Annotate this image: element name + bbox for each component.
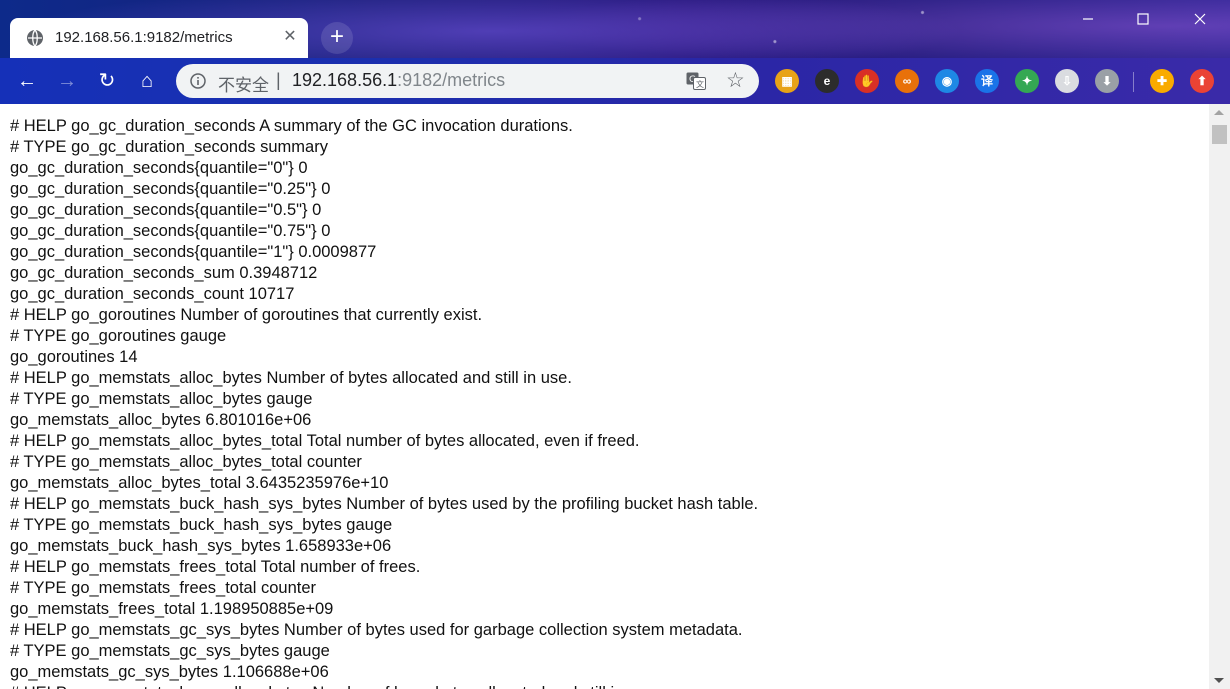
- globe-icon: [27, 29, 43, 47]
- metrics-line: # HELP go_memstats_frees_total Total num…: [10, 558, 421, 576]
- home-button[interactable]: ⌂: [132, 66, 162, 96]
- metrics-line: # TYPE go_memstats_gc_sys_bytes gauge: [10, 642, 330, 660]
- reload-button[interactable]: ↻: [92, 66, 122, 96]
- circle-refresh-extension-icon[interactable]: ◉: [935, 69, 959, 93]
- metrics-text: # HELP go_gc_duration_seconds A summary …: [10, 116, 758, 689]
- metrics-line: go_gc_duration_seconds{quantile="0"} 0: [10, 159, 308, 177]
- metrics-line: go_memstats_alloc_bytes 6.801016e+06: [10, 411, 312, 429]
- download-circle-extension-icon[interactable]: ⬇: [1095, 69, 1119, 93]
- maximize-button[interactable]: [1120, 8, 1166, 34]
- metrics-line: go_gc_duration_seconds_count 10717: [10, 285, 295, 303]
- active-tab[interactable]: 192.168.56.1:9182/metrics ✕: [10, 18, 308, 58]
- metrics-line: go_memstats_frees_total 1.198950885e+09: [10, 600, 334, 618]
- url-text[interactable]: 192.168.56.1:9182/metrics: [292, 70, 505, 91]
- metrics-line: # HELP go_memstats_heap_alloc_bytes Numb…: [10, 683, 758, 689]
- metrics-line: go_memstats_buck_hash_sys_bytes 1.658933…: [10, 537, 392, 555]
- svg-text:文: 文: [696, 79, 704, 89]
- translate-icon[interactable]: G 文: [686, 72, 706, 90]
- metrics-line: # TYPE go_memstats_alloc_bytes gauge: [10, 390, 313, 408]
- scroll-down-icon[interactable]: [1214, 678, 1224, 683]
- forward-button[interactable]: →: [52, 66, 82, 96]
- title-bar: 192.168.56.1:9182/metrics ✕ +: [0, 0, 1230, 58]
- url-path: :9182/metrics: [397, 70, 506, 90]
- translate-yi-extension-icon[interactable]: 译: [975, 69, 999, 93]
- maximize-icon: [1137, 13, 1149, 25]
- bookmark-star-icon[interactable]: ☆: [726, 68, 745, 94]
- extensions-divider: [1133, 72, 1134, 92]
- page-content: # HELP go_gc_duration_seconds A summary …: [0, 104, 1209, 689]
- close-icon: [1194, 13, 1206, 25]
- new-tab-button[interactable]: +: [321, 22, 353, 54]
- tab-close-icon[interactable]: ✕: [280, 27, 300, 47]
- back-button[interactable]: ←: [12, 66, 42, 96]
- metrics-line: go_gc_duration_seconds{quantile="0.25"} …: [10, 180, 331, 198]
- minimize-button[interactable]: [1065, 8, 1111, 34]
- close-window-button[interactable]: [1177, 8, 1223, 34]
- tab-title: 192.168.56.1:9182/metrics: [55, 29, 233, 46]
- url-separator: |: [276, 70, 281, 90]
- metrics-line: go_gc_duration_seconds_sum 0.3948712: [10, 264, 318, 282]
- url-host: 192.168.56.1: [292, 70, 398, 90]
- upload-red-extension-icon[interactable]: ⬆: [1190, 69, 1214, 93]
- metrics-line: # TYPE go_goroutines gauge: [10, 327, 227, 345]
- metrics-line: # HELP go_memstats_alloc_bytes Number of…: [10, 369, 572, 387]
- scrollbar-thumb[interactable]: [1212, 125, 1227, 144]
- metrics-line: # HELP go_gc_duration_seconds A summary …: [10, 117, 573, 135]
- metrics-line: # HELP go_memstats_alloc_bytes_total Tot…: [10, 432, 640, 450]
- metrics-line: go_goroutines 14: [10, 348, 138, 366]
- metrics-line: go_gc_duration_seconds{quantile="0.75"} …: [10, 222, 331, 240]
- vertical-scrollbar[interactable]: [1209, 104, 1230, 689]
- metrics-line: # HELP go_memstats_gc_sys_bytes Number o…: [10, 621, 743, 639]
- ie-tab-extension-icon[interactable]: e: [815, 69, 839, 93]
- scroll-up-icon[interactable]: [1214, 110, 1224, 115]
- metrics-line: # HELP go_memstats_buck_hash_sys_bytes N…: [10, 495, 759, 513]
- metrics-line: # HELP go_goroutines Number of goroutine…: [10, 306, 483, 324]
- puzzle-extension-icon[interactable]: ✦: [1015, 69, 1039, 93]
- info-icon[interactable]: [190, 73, 206, 89]
- metrics-line: go_memstats_gc_sys_bytes 1.106688e+06: [10, 663, 329, 681]
- browser-chrome: 192.168.56.1:9182/metrics ✕ + ← → ↻ ⌂ 不安…: [0, 0, 1230, 104]
- address-bar[interactable]: 不安全 | 192.168.56.1:9182/metrics G 文 ☆: [176, 64, 759, 98]
- metrics-line: # TYPE go_memstats_buck_hash_sys_bytes g…: [10, 516, 393, 534]
- download-cloud-extension-icon[interactable]: ⇩: [1055, 69, 1079, 93]
- infinity-extension-icon[interactable]: ∞: [895, 69, 919, 93]
- security-label[interactable]: 不安全: [218, 71, 269, 96]
- metrics-line: # TYPE go_gc_duration_seconds summary: [10, 138, 328, 156]
- toolbar: ← → ↻ ⌂ 不安全 | 192.168.56.1:9182/metrics …: [0, 58, 1230, 104]
- minimize-icon: [1083, 18, 1093, 20]
- metrics-line: # TYPE go_memstats_frees_total counter: [10, 579, 317, 597]
- colorful-grid-extension-icon[interactable]: ▦: [775, 69, 799, 93]
- adblock-hand-extension-icon[interactable]: ✋: [855, 69, 879, 93]
- metrics-line: # TYPE go_memstats_alloc_bytes_total cou…: [10, 453, 362, 471]
- metrics-line: go_memstats_alloc_bytes_total 3.64352359…: [10, 474, 389, 492]
- puzzle-yellow-extension-icon[interactable]: ✚: [1150, 69, 1174, 93]
- metrics-line: go_gc_duration_seconds{quantile="0.5"} 0: [10, 201, 322, 219]
- metrics-line: go_gc_duration_seconds{quantile="1"} 0.0…: [10, 243, 377, 261]
